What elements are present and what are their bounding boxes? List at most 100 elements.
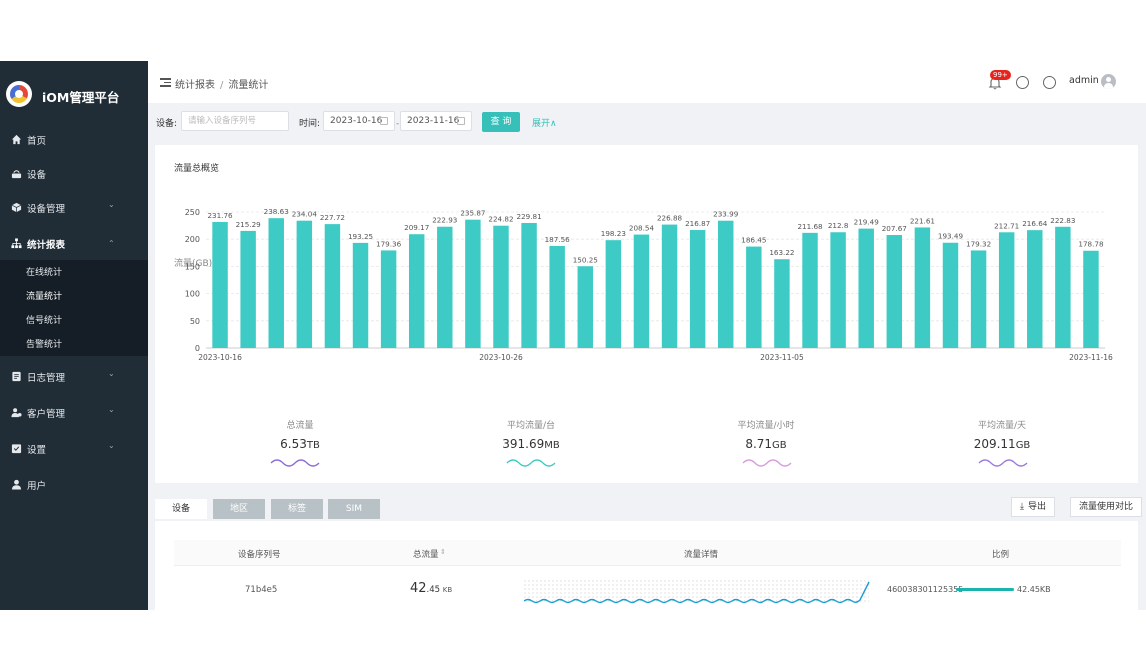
sidebar-item-settings[interactable]: 设置 ⌄ [0, 432, 148, 466]
cell-device: 71b4e5 [245, 585, 278, 595]
chart-bar [998, 232, 1015, 348]
chart-bar [689, 230, 706, 348]
chart-bar [774, 259, 790, 348]
sidebar-item-statistics[interactable]: 统计报表 ⌃ [0, 227, 148, 261]
bar-data-label: 186.45 [741, 236, 766, 245]
chart-bar [1027, 230, 1043, 348]
tab-sim[interactable]: SIM [328, 499, 380, 519]
chart-bar [521, 222, 537, 348]
submenu-item-online[interactable]: 在线统计 [26, 265, 62, 278]
customer-icon [11, 408, 22, 418]
calendar-icon [380, 117, 388, 125]
tab-tag[interactable]: 标签 [271, 499, 323, 519]
stat-value: 209.11GB [973, 437, 1031, 451]
calendar-icon [457, 117, 465, 125]
brand-title: iOM管理平台 [42, 90, 120, 105]
y-tick-label: 200 [185, 235, 200, 244]
chart-bar [802, 232, 818, 348]
sidebar-item-label: 统计报表 [27, 240, 66, 251]
breadcrumb: 统计报表 / 流量统计 [175, 80, 269, 91]
stat-avg-per-device: 平均流量/台 391.69MB [471, 418, 591, 451]
breadcrumb-item[interactable]: 统计报表 [175, 80, 215, 91]
chart-bar [408, 234, 425, 348]
y-tick-label: 250 [185, 208, 200, 217]
chart-bar [296, 220, 313, 348]
sidebar-item-users[interactable]: 用户 [0, 468, 148, 502]
chart-bar [380, 250, 397, 348]
log-icon [12, 371, 21, 382]
table-header [174, 540, 1121, 566]
chart-bar [1083, 250, 1099, 348]
y-tick-label: 150 [185, 262, 200, 271]
sidebar-item-device[interactable]: 设备 [0, 157, 148, 191]
chart-bar [633, 234, 650, 348]
bar-data-label: 229.81 [517, 212, 542, 221]
ratio-bar-fill [956, 588, 1014, 591]
chart-bar [493, 225, 509, 348]
query-button[interactable]: 查 询 [482, 112, 520, 132]
stat-value: 8.71GB [745, 437, 787, 451]
bar-data-label: 163.22 [769, 248, 794, 257]
chevron-down-icon: ⌄ [108, 369, 115, 378]
cell-sim: 460038301125355 [887, 585, 964, 594]
main-content: 统计报表 / 流量统计 99+ admin 设备: 请输入设备序列号 时间: 202… [148, 61, 1146, 610]
column-header-total[interactable]: 总流量 [413, 548, 439, 560]
sidebar: iOM管理平台 首页 设备 设备管理 ⌄ 统计报表 ⌃ 在线统计 流量统计 信号… [0, 61, 148, 610]
chart-bar [437, 226, 453, 348]
submenu-item-alarm[interactable]: 告警统计 [26, 337, 62, 350]
bar-data-label: 179.32 [966, 239, 991, 248]
avatar[interactable] [1101, 74, 1116, 89]
wave-decoration-icon [978, 459, 1028, 467]
traffic-bar-chart: 流量(GB)050100150200250 231.76215.29238.63 2… [174, 207, 1113, 362]
x-tick-label: 2023-10-26 [479, 353, 523, 362]
download-icon: ⤓ [1020, 502, 1024, 512]
chart-bar [268, 218, 284, 348]
bar-data-label: 235.87 [460, 209, 485, 218]
compare-button[interactable]: 流量使用对比 [1070, 497, 1143, 517]
bar-data-label: 198.23 [601, 229, 626, 238]
sidebar-item-label: 日志管理 [27, 373, 66, 384]
sidebar-item-logs[interactable]: 日志管理 ⌄ [0, 360, 148, 394]
settings-icon [11, 444, 22, 454]
column-header-device: 设备序列号 [238, 550, 281, 560]
tab-region[interactable]: 地区 [213, 499, 265, 519]
notification-badge: 99+ [990, 70, 1011, 80]
sidebar-item-label: 客户管理 [27, 409, 66, 420]
start-date-input[interactable]: 2023-10-16 [323, 111, 395, 131]
submenu-item-traffic[interactable]: 流量统计 [26, 289, 62, 302]
chart-bar [465, 219, 481, 348]
wave-decoration-icon [506, 459, 556, 467]
export-label: 导出 [1027, 502, 1046, 512]
bar-data-label: 208.54 [629, 224, 655, 233]
user-icon [11, 479, 22, 490]
traffic-overview-card: 流量总概览 流量(GB) 0 50 100 150 200 250 231.76 215.29 2… [155, 145, 1138, 483]
start-date-value: 2023-10-16 [330, 116, 383, 126]
export-button[interactable]: ⤓ 导出 [1011, 497, 1055, 517]
device-search-input[interactable]: 请输入设备序列号 [181, 111, 289, 131]
y-tick-label: 50 [190, 317, 200, 326]
chart-bar [577, 266, 593, 348]
menu-toggle-icon[interactable] [160, 78, 171, 87]
sidebar-item-device-management[interactable]: 设备管理 ⌄ [0, 191, 148, 225]
y-tick-label: 0 [195, 344, 200, 353]
stat-value: 6.53TB [280, 437, 320, 451]
sort-icon[interactable]: ⇕ [440, 548, 446, 556]
chart-bar [718, 220, 734, 348]
sidebar-item-home[interactable]: 首页 [0, 123, 148, 157]
bar-data-label: 222.93 [432, 216, 457, 225]
bar-data-label: 211.68 [797, 222, 823, 231]
bar-data-label: 209.17 [404, 223, 429, 232]
chart-bar [914, 227, 931, 348]
sitemap-icon [11, 238, 22, 249]
profile-shield-icon[interactable] [1016, 76, 1029, 89]
end-date-input[interactable]: 2023-11-16 [400, 111, 472, 131]
tab-device[interactable]: 设备 [155, 499, 207, 519]
username[interactable]: admin [1069, 75, 1099, 86]
bar-data-label: 178.78 [1078, 240, 1104, 249]
bar-data-label: 231.76 [207, 211, 233, 220]
submenu-item-signal[interactable]: 信号统计 [26, 313, 62, 326]
stat-avg-per-day: 平均流量/天 209.11GB [942, 418, 1062, 451]
sidebar-item-customers[interactable]: 客户管理 ⌄ [0, 396, 148, 430]
expand-filters-link[interactable]: 展开∧ [532, 116, 557, 129]
globe-icon[interactable] [1043, 76, 1056, 89]
